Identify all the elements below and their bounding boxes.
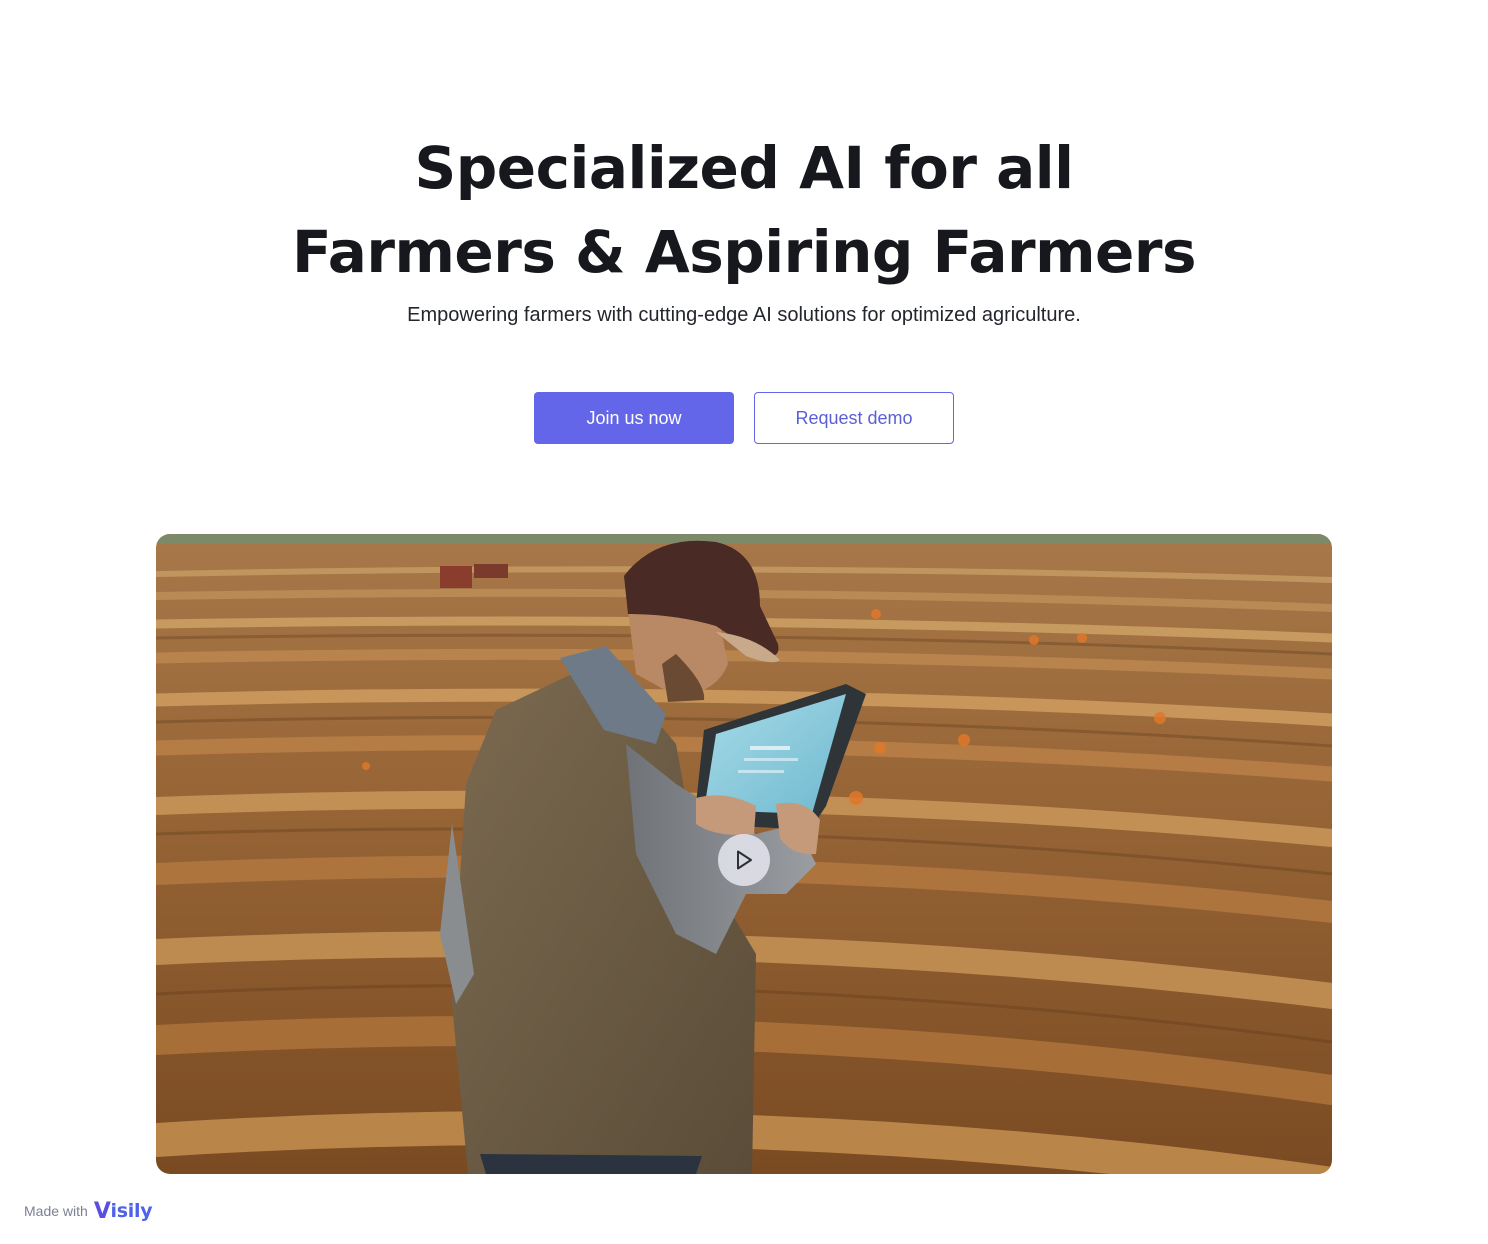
join-us-now-button[interactable]: Join us now: [534, 392, 734, 444]
hero-video[interactable]: [156, 534, 1332, 1174]
title-line-2: Farmers & Aspiring Farmers: [292, 218, 1196, 286]
visily-logo: Visily: [93, 1198, 153, 1224]
title-line-1: Specialized AI for all: [414, 134, 1074, 202]
made-with-visily-badge[interactable]: Made with Visily: [24, 1196, 153, 1226]
made-with-label: Made with: [24, 1203, 88, 1219]
play-icon: [737, 850, 752, 870]
hero-subtitle: Empowering farmers with cutting-edge AI …: [407, 304, 1081, 326]
request-demo-button[interactable]: Request demo: [754, 392, 954, 444]
visily-logo-mark: V: [93, 1198, 111, 1224]
play-button[interactable]: [718, 834, 770, 886]
visily-logo-text: isily: [110, 1200, 153, 1222]
page-title: Specialized AI for all Farmers & Aspirin…: [0, 126, 1488, 294]
